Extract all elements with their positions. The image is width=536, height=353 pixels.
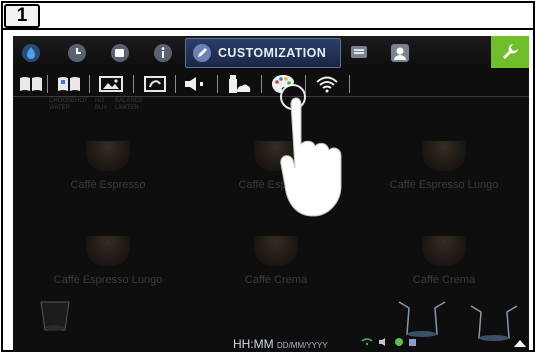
cup-image — [422, 141, 466, 171]
faint-label-buy: BUY — [95, 105, 108, 111]
faint-label-no: NO — [95, 98, 104, 104]
drink-item[interactable]: Caffè Crema — [369, 236, 519, 296]
faint-label-water: WATER — [49, 105, 70, 111]
cup-image — [86, 141, 130, 171]
drink-label: Caffè Crema — [244, 274, 308, 286]
drink-item[interactable]: Caffè Espresso Lungo — [33, 236, 183, 296]
drink-item[interactable]: Caffè Espresso — [33, 141, 183, 201]
time-text: HH:MM — [233, 337, 274, 351]
drink-item[interactable]: Caffè Crema — [201, 236, 351, 296]
status-icons — [361, 338, 416, 346]
info-icon[interactable] — [153, 43, 173, 63]
step-number-badge: 1 — [4, 4, 40, 28]
drink-label: Caffè Espresso — [70, 179, 146, 191]
clock-display: HH:MM DD/MM/YYYY — [233, 337, 328, 351]
chevron-up-icon[interactable] — [513, 338, 527, 348]
machine-screen: CUSTOMIZATION CHOOSE WATER HOT NO BUY BA… — [13, 36, 529, 352]
cup-image — [254, 236, 298, 266]
water-drop-icon[interactable] — [21, 43, 41, 63]
wrench-icon — [503, 44, 518, 59]
drink-label: Caffè Crema — [412, 274, 476, 286]
header-divider — [3, 28, 533, 30]
faint-label-hot: HOT — [75, 98, 88, 104]
instruction-frame: 1 CUSTOMIZATION CHOOSE WATER HOT NO BUY … — [1, 1, 535, 352]
image-icon[interactable] — [97, 74, 125, 94]
cup-image — [422, 236, 466, 266]
drink-label: Caffè Espresso Lungo — [53, 274, 163, 286]
faint-label-choose: CHOOSE — [49, 98, 76, 104]
user-icon[interactable] — [390, 43, 410, 63]
status-bar: HH:MM DD/MM/YYYY — [13, 332, 529, 352]
pencil-icon — [192, 43, 212, 63]
book-icon[interactable] — [17, 74, 45, 94]
screen-saver-icon[interactable] — [141, 74, 169, 94]
faint-label-balance: BALANCE — [115, 98, 144, 104]
speaker-icon[interactable] — [181, 74, 209, 94]
customization-toolbar — [13, 71, 529, 97]
drink-label: Caffè Espresso Lungo — [389, 179, 499, 191]
top-menu-bar: CUSTOMIZATION — [13, 36, 529, 70]
cup-image — [86, 236, 130, 266]
pointing-hand-icon — [280, 97, 342, 217]
monitor-icon[interactable] — [349, 43, 369, 63]
cup-image — [40, 301, 70, 331]
clock-icon[interactable] — [67, 43, 87, 63]
date-text: DD/MM/YYYY — [277, 341, 328, 350]
book-blue-icon[interactable] — [55, 74, 83, 94]
tab-customization[interactable]: CUSTOMIZATION — [185, 38, 341, 68]
drink-item[interactable]: Caffè Espresso Lungo — [369, 141, 519, 201]
faint-label-limiter: LIMITER — [115, 105, 139, 111]
cup-icon[interactable] — [110, 43, 130, 63]
bottle-cloud-icon[interactable] — [225, 74, 253, 94]
tab-customization-label: CUSTOMIZATION — [218, 46, 327, 60]
maintenance-button[interactable] — [491, 36, 529, 68]
